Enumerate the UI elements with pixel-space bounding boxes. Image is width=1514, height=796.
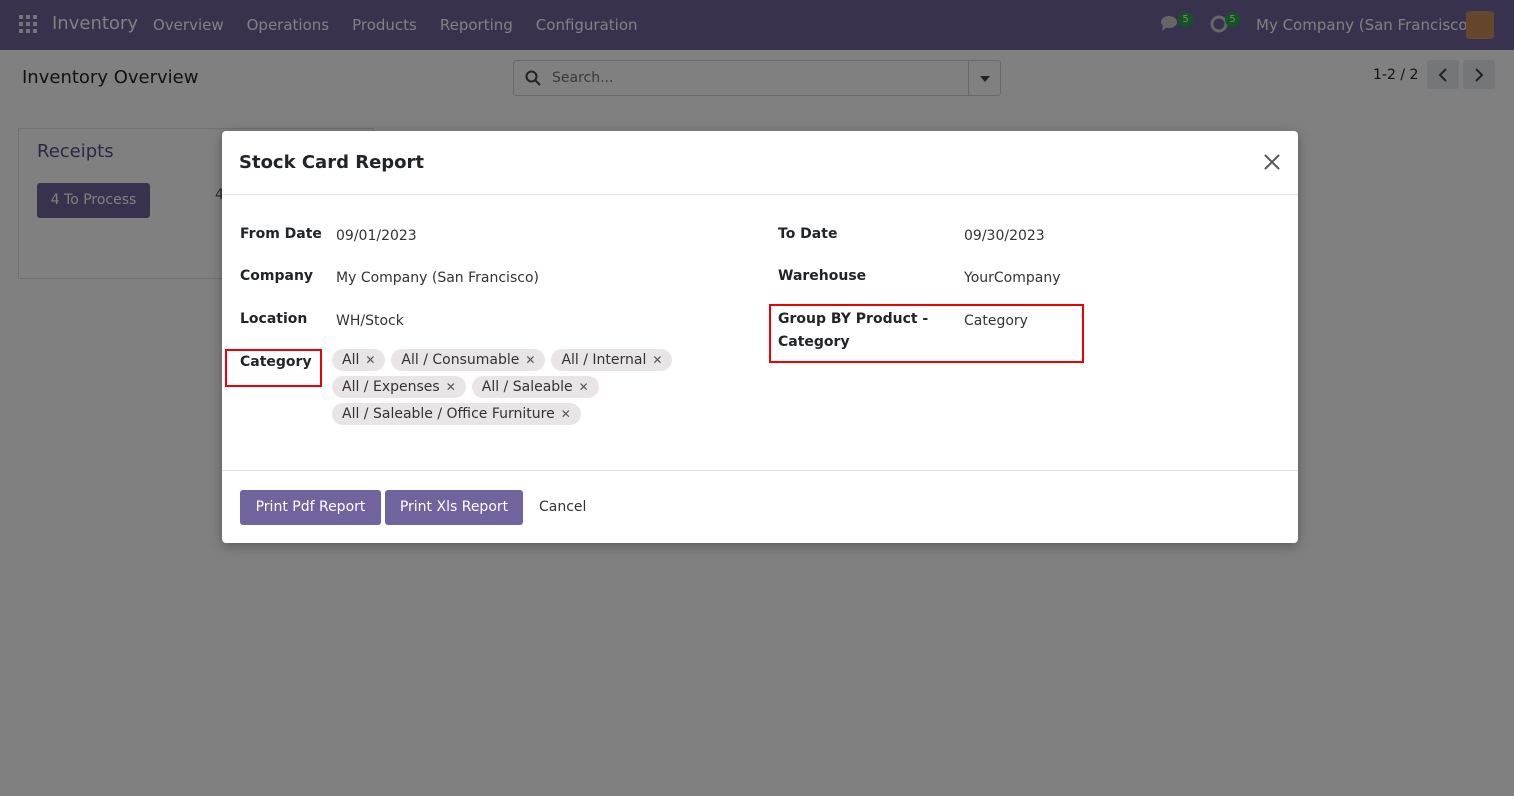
print-xls-report-button[interactable]: Print Xls Report	[385, 490, 523, 525]
from-date-label: From Date	[240, 226, 322, 242]
tag: All / Internal ✕	[551, 349, 673, 371]
tag-row: All / Saleable / Office Furniture ✕	[332, 403, 672, 425]
warehouse-field[interactable]: YourCompany	[964, 270, 1061, 286]
to-date-field[interactable]: 09/30/2023	[964, 228, 1045, 244]
tag: All / Consumable ✕	[391, 349, 546, 371]
to-date-label: To Date	[778, 226, 838, 242]
tag-remove-icon[interactable]: ✕	[561, 407, 571, 421]
search-input[interactable]: Search...	[513, 60, 1001, 96]
tag: All / Expenses ✕	[332, 376, 466, 398]
dialog-footer: Print Pdf Report Print Xls Report Cancel	[222, 470, 1298, 543]
company-field[interactable]: My Company (San Francisco)	[336, 270, 539, 286]
group-by-highlight-box	[769, 304, 1084, 363]
page-title: Inventory Overview	[22, 67, 199, 88]
tag-label: All / Expenses	[342, 379, 440, 395]
company-label: Company	[240, 268, 314, 284]
cancel-button[interactable]: Cancel	[539, 490, 586, 525]
tag: All / Saleable / Office Furniture ✕	[332, 403, 581, 425]
close-icon[interactable]	[1262, 152, 1282, 172]
category-tags: All ✕ All / Consumable ✕ All / Internal ✕ A…	[332, 349, 673, 430]
tag-remove-icon[interactable]: ✕	[652, 353, 662, 367]
stock-card-report-dialog: Stock Card Report From Date 09/01/2023 T…	[222, 131, 1298, 543]
pager-previous-button[interactable]	[1427, 60, 1459, 89]
search-icon	[525, 70, 541, 86]
control-panel: Inventory Overview Search... 1-2 / 2	[0, 50, 1514, 114]
tag-remove-icon[interactable]: ✕	[365, 353, 375, 367]
top-navbar: Inventory Overview Operations Products R…	[0, 0, 1514, 50]
main-menu: Overview Operations Products Reporting C…	[153, 16, 661, 34]
activity-badge: 5	[1225, 12, 1240, 27]
chevron-left-icon	[1438, 68, 1447, 82]
tag-remove-icon[interactable]: ✕	[525, 353, 535, 367]
menu-reporting[interactable]: Reporting	[440, 16, 513, 34]
dialog-title: Stock Card Report	[239, 152, 425, 173]
search-options-toggle[interactable]	[968, 61, 1000, 95]
receipts-card-title[interactable]: Receipts	[37, 141, 114, 162]
tag-row: All ✕ All / Consumable ✕ All / Internal ✕	[332, 349, 673, 371]
menu-overview[interactable]: Overview	[153, 16, 224, 34]
tag-label: All / Saleable / Office Furniture	[342, 406, 555, 422]
location-field[interactable]: WH/Stock	[336, 313, 404, 329]
tag: All ✕	[332, 349, 386, 371]
dialog-header: Stock Card Report	[222, 131, 1298, 195]
app-brand[interactable]: Inventory	[52, 13, 138, 34]
pager-value: 1-2 / 2	[1373, 67, 1419, 83]
warehouse-label: Warehouse	[778, 268, 867, 284]
chevron-right-icon	[1475, 68, 1484, 82]
search-placeholder: Search...	[552, 70, 614, 86]
print-pdf-report-button[interactable]: Print Pdf Report	[240, 490, 381, 525]
tag: All / Saleable ✕	[471, 376, 599, 398]
company-switcher[interactable]: My Company (San Francisco)	[1256, 16, 1473, 34]
menu-products[interactable]: Products	[352, 16, 417, 34]
user-avatar[interactable]	[1466, 11, 1494, 39]
category-highlight-box	[225, 349, 322, 387]
tag-label: All / Consumable	[401, 352, 520, 368]
location-label: Location	[240, 311, 308, 327]
caret-down-icon	[980, 76, 990, 82]
tag-remove-icon[interactable]: ✕	[446, 380, 456, 394]
menu-configuration[interactable]: Configuration	[536, 16, 638, 34]
pager-next-button[interactable]	[1463, 60, 1495, 89]
from-date-field[interactable]: 09/01/2023	[336, 228, 417, 244]
to-process-button[interactable]: 4 To Process	[37, 183, 150, 218]
tag-label: All / Saleable	[481, 379, 573, 395]
chat-badge: 5	[1178, 12, 1193, 27]
tag-row: All / Expenses ✕ All / Saleable ✕	[332, 376, 672, 398]
tag-label: All	[342, 352, 360, 368]
tag-label: All / Internal	[561, 352, 647, 368]
apps-menu-icon[interactable]	[19, 15, 37, 33]
menu-operations[interactable]: Operations	[247, 16, 329, 34]
tag-remove-icon[interactable]: ✕	[579, 380, 589, 394]
